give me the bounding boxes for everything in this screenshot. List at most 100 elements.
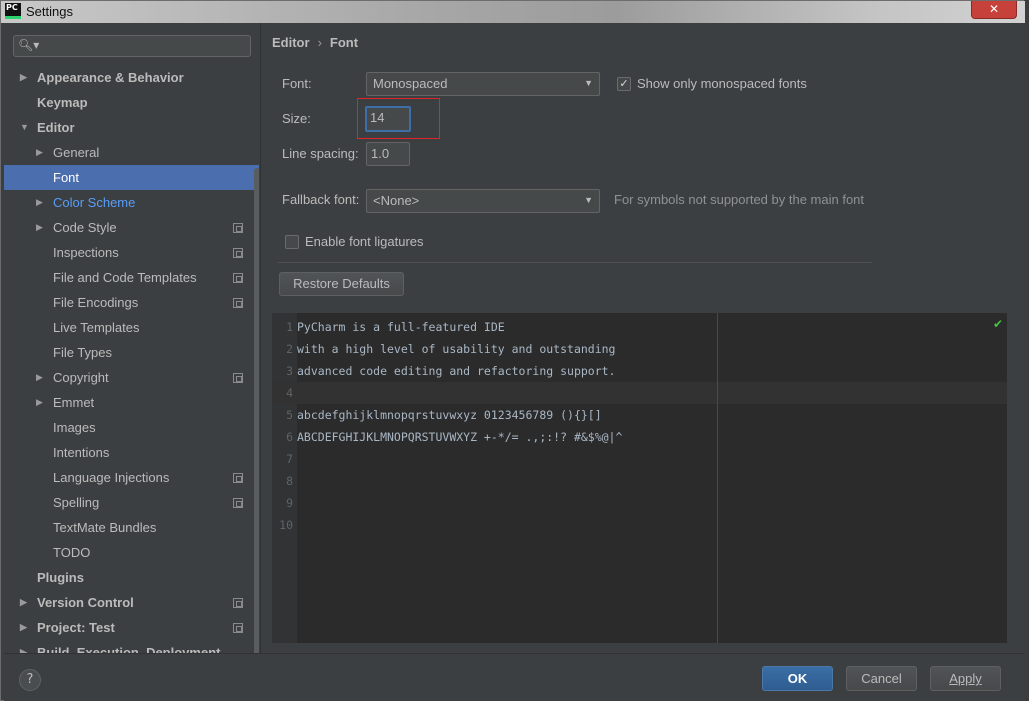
editor-line: 7 (272, 448, 1007, 470)
line-number: 6 (286, 430, 293, 444)
chevron-right-icon[interactable]: ▶ (36, 215, 43, 240)
line-number: 5 (286, 408, 293, 422)
tree-item[interactable]: Spelling (4, 490, 259, 515)
help-button[interactable]: ? (19, 669, 41, 691)
project-scope-icon (233, 473, 243, 483)
code-text: ABCDEFGHIJKLMNOPQRSTUVWXYZ +-*/= .,;:!? … (297, 430, 623, 444)
tree-item[interactable]: ▶ Appearance & Behavior (4, 65, 259, 90)
editor-line: 3 advanced code editing and refactoring s… (272, 360, 1007, 382)
tree-item-label: Plugins (37, 570, 84, 585)
chevron-right-icon[interactable]: ▶ (20, 65, 27, 90)
project-scope-icon (233, 373, 243, 383)
project-scope-icon (233, 623, 243, 633)
tree-item-label: Intentions (53, 445, 110, 460)
tree-item[interactable]: Keymap (4, 90, 259, 115)
chevron-down-icon: ▼ (584, 195, 593, 205)
font-label: Font: (282, 76, 312, 91)
editor-line: 2 with a high level of usability and outs… (272, 338, 1007, 360)
tree-item-label: Live Templates (53, 320, 140, 335)
fallback-font-combobox[interactable]: <None> ▼ (366, 189, 600, 213)
tree-item-label: File Encodings (53, 295, 139, 310)
tree-item[interactable]: ▶ General (4, 140, 259, 165)
chevron-right-icon[interactable]: ▶ (20, 615, 27, 640)
project-scope-icon (233, 298, 243, 308)
breadcrumb-separator: › (317, 35, 322, 50)
tree-item[interactable]: ▶ Version Control (4, 590, 259, 615)
chevron-right-icon[interactable]: ▶ (36, 140, 43, 165)
tree-item-label: Project: Test (37, 620, 115, 635)
close-button[interactable]: ✕ (971, 1, 1017, 19)
chevron-right-icon[interactable]: ▶ (36, 190, 43, 215)
line-number: 9 (286, 496, 293, 510)
tree-item[interactable]: ▶ Project: Test (4, 615, 259, 640)
window-title: Settings (26, 4, 73, 19)
tree-item[interactable]: ▶ Build, Execution, Deployment (4, 640, 259, 653)
chevron-right-icon[interactable]: ▶ (20, 590, 27, 615)
tree-item[interactable]: Inspections (4, 240, 259, 265)
tree-item[interactable]: File and Code Templates (4, 265, 259, 290)
title-bar: PC Settings ✕ (1, 1, 1025, 23)
settings-window: PC Settings ✕ 🔍︎▾ ▶ Appearance & Behavior… (0, 0, 1025, 701)
settings-sidebar: 🔍︎▾ ▶ Appearance & Behavior Keymap ▼ Editor ▶… (4, 23, 259, 653)
chevron-right-icon[interactable]: ▶ (36, 365, 43, 390)
tree-item[interactable]: ▶ Emmet (4, 390, 259, 415)
breadcrumb: Editor › Font (272, 35, 358, 50)
tree-item-label: Spelling (53, 495, 100, 510)
tree-item[interactable]: ▼ Editor (4, 115, 259, 140)
font-combobox-value: Monospaced (373, 76, 448, 91)
search-input[interactable]: 🔍︎▾ (13, 35, 251, 57)
chevron-down-icon: ▼ (584, 78, 593, 88)
chevron-right-icon[interactable]: ▶ (36, 390, 43, 415)
search-icon[interactable]: 🔍︎▾ (18, 38, 39, 52)
sidebar-scrollbar[interactable] (254, 168, 259, 653)
settings-tree: ▶ Appearance & Behavior Keymap ▼ Editor ▶ Gene… (4, 65, 259, 653)
tree-item[interactable]: Plugins (4, 565, 259, 590)
font-ligatures-label: Enable font ligatures (305, 234, 424, 249)
code-text: abcdefghijklmnopqrstuvwxyz 0123456789 ()… (297, 408, 602, 422)
chevron-down-icon[interactable]: ▼ (20, 115, 29, 140)
ok-button[interactable]: OK (762, 666, 833, 691)
fallback-hint: For symbols not supported by the main fo… (614, 192, 865, 207)
tree-item[interactable]: TextMate Bundles (4, 515, 259, 540)
tree-item[interactable]: ▶ Copyright (4, 365, 259, 390)
tree-item[interactable]: TODO (4, 540, 259, 565)
fallback-font-label: Fallback font: (282, 192, 360, 207)
tree-item[interactable]: Live Templates (4, 315, 259, 340)
line-spacing-input[interactable]: 1.0 (366, 142, 410, 166)
font-ligatures-checkbox[interactable] (285, 235, 299, 249)
show-monospaced-checkbox[interactable]: ✓ (617, 77, 631, 91)
font-combobox[interactable]: Monospaced ▼ (366, 72, 600, 96)
tree-item-label: File and Code Templates (53, 270, 197, 285)
editor-line: 1 PyCharm is a full-featured IDE (272, 316, 1007, 338)
tree-item-label: General (53, 145, 100, 160)
tree-item[interactable]: Font (4, 165, 259, 190)
size-label: Size: (282, 111, 311, 126)
tree-item-label: Appearance & Behavior (37, 70, 184, 85)
tree-item-label: Font (53, 170, 80, 185)
tree-item[interactable]: Language Injections (4, 465, 259, 490)
tree-item[interactable]: Images (4, 415, 259, 440)
project-scope-icon (233, 223, 243, 233)
restore-defaults-button[interactable]: Restore Defaults (279, 272, 404, 296)
tree-item-label: File Types (53, 345, 113, 360)
tree-item[interactable]: ▶ Color Scheme (4, 190, 259, 215)
tree-item[interactable]: Intentions (4, 440, 259, 465)
tree-item[interactable]: ▶ Code Style (4, 215, 259, 240)
font-preview-editor[interactable]: 1 PyCharm is a full-featured IDE 2 with a h… (272, 313, 1007, 643)
project-scope-icon (233, 598, 243, 608)
project-scope-icon (233, 248, 243, 258)
line-number: 1 (286, 320, 293, 334)
cancel-button[interactable]: Cancel (846, 666, 917, 691)
breadcrumb-current: Font (329, 35, 359, 50)
pycharm-logo-icon: PC (5, 3, 21, 19)
apply-button[interactable]: Apply (930, 666, 1001, 691)
dialog-footer: ? OK Cancel Apply (4, 653, 1024, 701)
tree-item-label: TODO (53, 545, 91, 560)
tree-item[interactable]: File Encodings (4, 290, 259, 315)
tree-item-label: Code Style (53, 220, 117, 235)
chevron-right-icon[interactable]: ▶ (20, 640, 27, 653)
size-input[interactable]: 14 (365, 106, 411, 132)
breadcrumb-parent: Editor (272, 35, 310, 50)
tree-item[interactable]: File Types (4, 340, 259, 365)
tree-item-label: Editor (37, 120, 75, 135)
